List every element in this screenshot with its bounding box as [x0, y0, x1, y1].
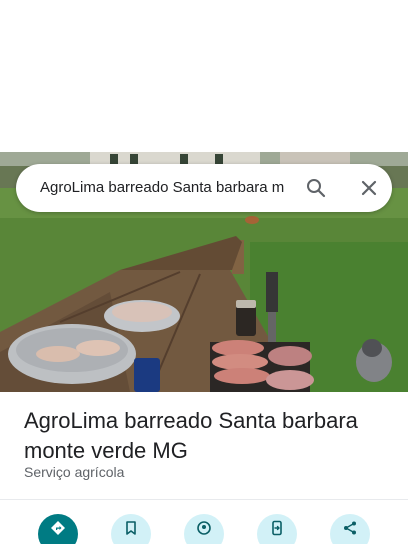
search-bar[interactable]: AgroLima barreado Santa barbara m — [16, 164, 392, 212]
action-buttons-row — [0, 514, 408, 544]
bookmark-icon — [126, 521, 136, 535]
share-icon — [344, 521, 356, 535]
send-to-phone-icon — [272, 520, 282, 536]
send-to-phone-button[interactable] — [257, 514, 297, 544]
close-icon[interactable] — [357, 176, 381, 200]
save-button[interactable] — [111, 514, 151, 544]
share-button[interactable] — [330, 514, 370, 544]
status-area — [0, 0, 408, 152]
directions-icon — [51, 521, 65, 535]
place-category: Serviço agrícola — [24, 464, 125, 480]
nearby-icon — [197, 521, 211, 535]
nearby-button[interactable] — [184, 514, 224, 544]
directions-button[interactable] — [38, 514, 78, 544]
search-icon[interactable] — [304, 176, 328, 200]
divider — [0, 499, 408, 500]
place-title: AgroLima barreado Santa barbara monte ve… — [24, 408, 358, 463]
search-input[interactable]: AgroLima barreado Santa barbara m — [40, 164, 302, 212]
